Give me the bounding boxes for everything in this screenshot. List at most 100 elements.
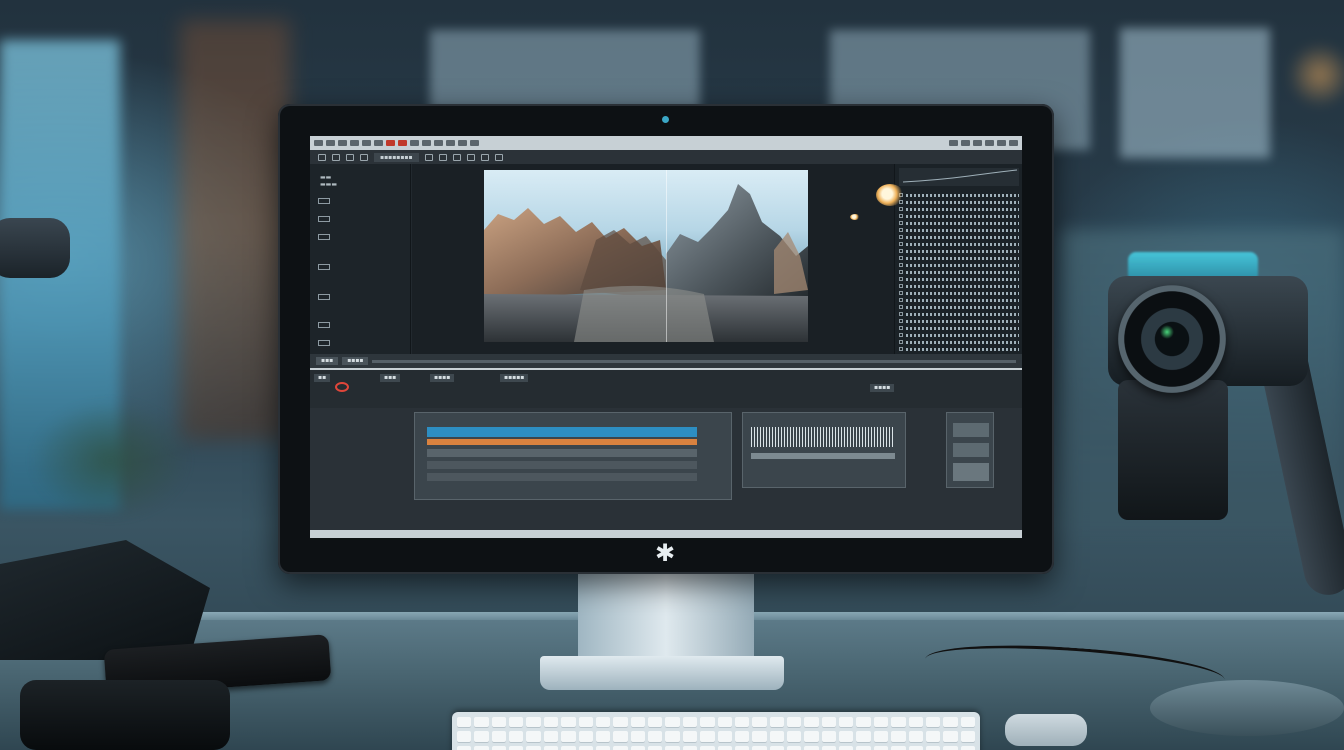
- timeline-header[interactable]: ▪▪ ▪▪▪ ▪▪▪▪ ▪▪▪▪▪ ▪▪▪▪: [310, 368, 1022, 410]
- keyboard-key[interactable]: [873, 731, 889, 743]
- menu-item[interactable]: [434, 140, 443, 146]
- keyboard-key[interactable]: [943, 717, 958, 729]
- keyboard-key[interactable]: [682, 731, 698, 743]
- keyboard[interactable]: [452, 712, 980, 750]
- mixer-row[interactable]: [899, 262, 1019, 268]
- track-lane-1[interactable]: [427, 449, 697, 457]
- menu-item[interactable]: [458, 140, 467, 146]
- mixer-row[interactable]: [899, 332, 1019, 338]
- keyboard-key[interactable]: [682, 717, 698, 729]
- menu-item[interactable]: [386, 140, 395, 146]
- mixer-row[interactable]: [899, 227, 1019, 233]
- menu-item[interactable]: [422, 140, 431, 146]
- mixer-row[interactable]: [899, 248, 1019, 254]
- keyboard-key[interactable]: [769, 731, 784, 743]
- keyboard-key[interactable]: [856, 717, 871, 729]
- mixer-row[interactable]: [899, 192, 1019, 198]
- keyboard-key[interactable]: [457, 745, 472, 750]
- keyboard-key[interactable]: [543, 745, 559, 750]
- keyboard-key[interactable]: [873, 745, 889, 750]
- keyboard-key[interactable]: [613, 745, 628, 750]
- mixer-row[interactable]: [899, 297, 1019, 303]
- track-lane-2[interactable]: [427, 461, 697, 469]
- keyboard-key[interactable]: [474, 731, 489, 743]
- keyboard-key[interactable]: [752, 731, 767, 743]
- mixer-row[interactable]: [899, 269, 1019, 275]
- tool-button[interactable]: [332, 153, 340, 161]
- keyboard-key[interactable]: [474, 717, 489, 729]
- menu-item[interactable]: [314, 140, 323, 146]
- menu-item[interactable]: [410, 140, 419, 146]
- toolbar[interactable]: ▪▪▪▪▪▪▪▪: [310, 150, 1022, 164]
- record-icon[interactable]: [335, 382, 349, 392]
- keyboard-key[interactable]: [873, 717, 889, 729]
- keyboard-key[interactable]: [821, 717, 837, 729]
- keyboard-key[interactable]: [595, 745, 611, 750]
- keyboard-key[interactable]: [856, 745, 871, 750]
- mixer-row[interactable]: [899, 241, 1019, 247]
- keyboard-key[interactable]: [491, 745, 507, 750]
- tool-button[interactable]: [452, 153, 461, 161]
- keyboard-key[interactable]: [474, 745, 489, 750]
- keyboard-key[interactable]: [630, 731, 646, 743]
- track-chip-2[interactable]: ▪▪▪▪: [430, 374, 455, 382]
- window-control[interactable]: [985, 140, 994, 146]
- keyboard-key[interactable]: [526, 731, 541, 743]
- track-chip-3[interactable]: ▪▪▪▪▪: [500, 374, 529, 382]
- keyboard-key[interactable]: [595, 717, 611, 729]
- mixer-key[interactable]: [899, 235, 903, 239]
- menu-item[interactable]: [326, 140, 335, 146]
- keyboard-key[interactable]: [578, 745, 593, 750]
- tool-button[interactable]: [466, 153, 475, 161]
- keyboard-key[interactable]: [561, 717, 576, 729]
- keyboard-key[interactable]: [665, 731, 680, 743]
- window-control[interactable]: [949, 140, 958, 146]
- tool-button[interactable]: [438, 153, 447, 161]
- mixer-key[interactable]: [899, 347, 903, 351]
- mixer-key[interactable]: [899, 242, 903, 246]
- keyboard-key[interactable]: [630, 717, 646, 729]
- keyboard-key[interactable]: [960, 731, 975, 743]
- keyboard-key[interactable]: [925, 745, 941, 750]
- keyboard-key[interactable]: [613, 717, 628, 729]
- mixer-row[interactable]: [899, 290, 1019, 296]
- keyboard-key[interactable]: [543, 731, 559, 743]
- keyboard-key[interactable]: [786, 731, 802, 743]
- mixer-key[interactable]: [899, 319, 903, 323]
- keyboard-key[interactable]: [578, 731, 593, 743]
- mixer-row[interactable]: [899, 318, 1019, 324]
- effect-item[interactable]: [318, 234, 330, 240]
- keyboard-key[interactable]: [804, 745, 819, 750]
- keyboard-key[interactable]: [595, 731, 611, 743]
- effects-panel[interactable]: ▬▬ ▬▬▬: [310, 164, 411, 364]
- mixer-key[interactable]: [899, 270, 903, 274]
- mixer-row[interactable]: [899, 213, 1019, 219]
- mixer-row[interactable]: [899, 346, 1019, 352]
- mixer-row[interactable]: [899, 325, 1019, 331]
- menu-item[interactable]: [470, 140, 479, 146]
- mixer-key[interactable]: [899, 291, 903, 295]
- keyboard-key[interactable]: [925, 731, 941, 743]
- mixer-row[interactable]: [899, 234, 1019, 240]
- tool-button[interactable]: [346, 153, 354, 161]
- audio-lane[interactable]: [751, 453, 895, 459]
- keyboard-key[interactable]: [526, 745, 541, 750]
- keyboard-key[interactable]: [839, 717, 854, 729]
- keyboard-key[interactable]: [717, 731, 732, 743]
- tool-button[interactable]: [480, 153, 489, 161]
- keyboard-key[interactable]: [734, 745, 750, 750]
- menu-item[interactable]: [350, 140, 359, 146]
- mixer-key[interactable]: [899, 284, 903, 288]
- mixer-row[interactable]: [899, 276, 1019, 282]
- keyboard-key[interactable]: [665, 717, 680, 729]
- mixer-key[interactable]: [899, 333, 903, 337]
- keyboard-key[interactable]: [648, 717, 663, 729]
- keyboard-key[interactable]: [491, 717, 507, 729]
- keyboard-key[interactable]: [908, 731, 923, 743]
- keyboard-key[interactable]: [717, 745, 732, 750]
- keyboard-key[interactable]: [960, 717, 975, 729]
- mixer-row[interactable]: [899, 206, 1019, 212]
- menu-item[interactable]: [398, 140, 407, 146]
- mixer-row[interactable]: [899, 311, 1019, 317]
- mixer-key[interactable]: [899, 256, 903, 260]
